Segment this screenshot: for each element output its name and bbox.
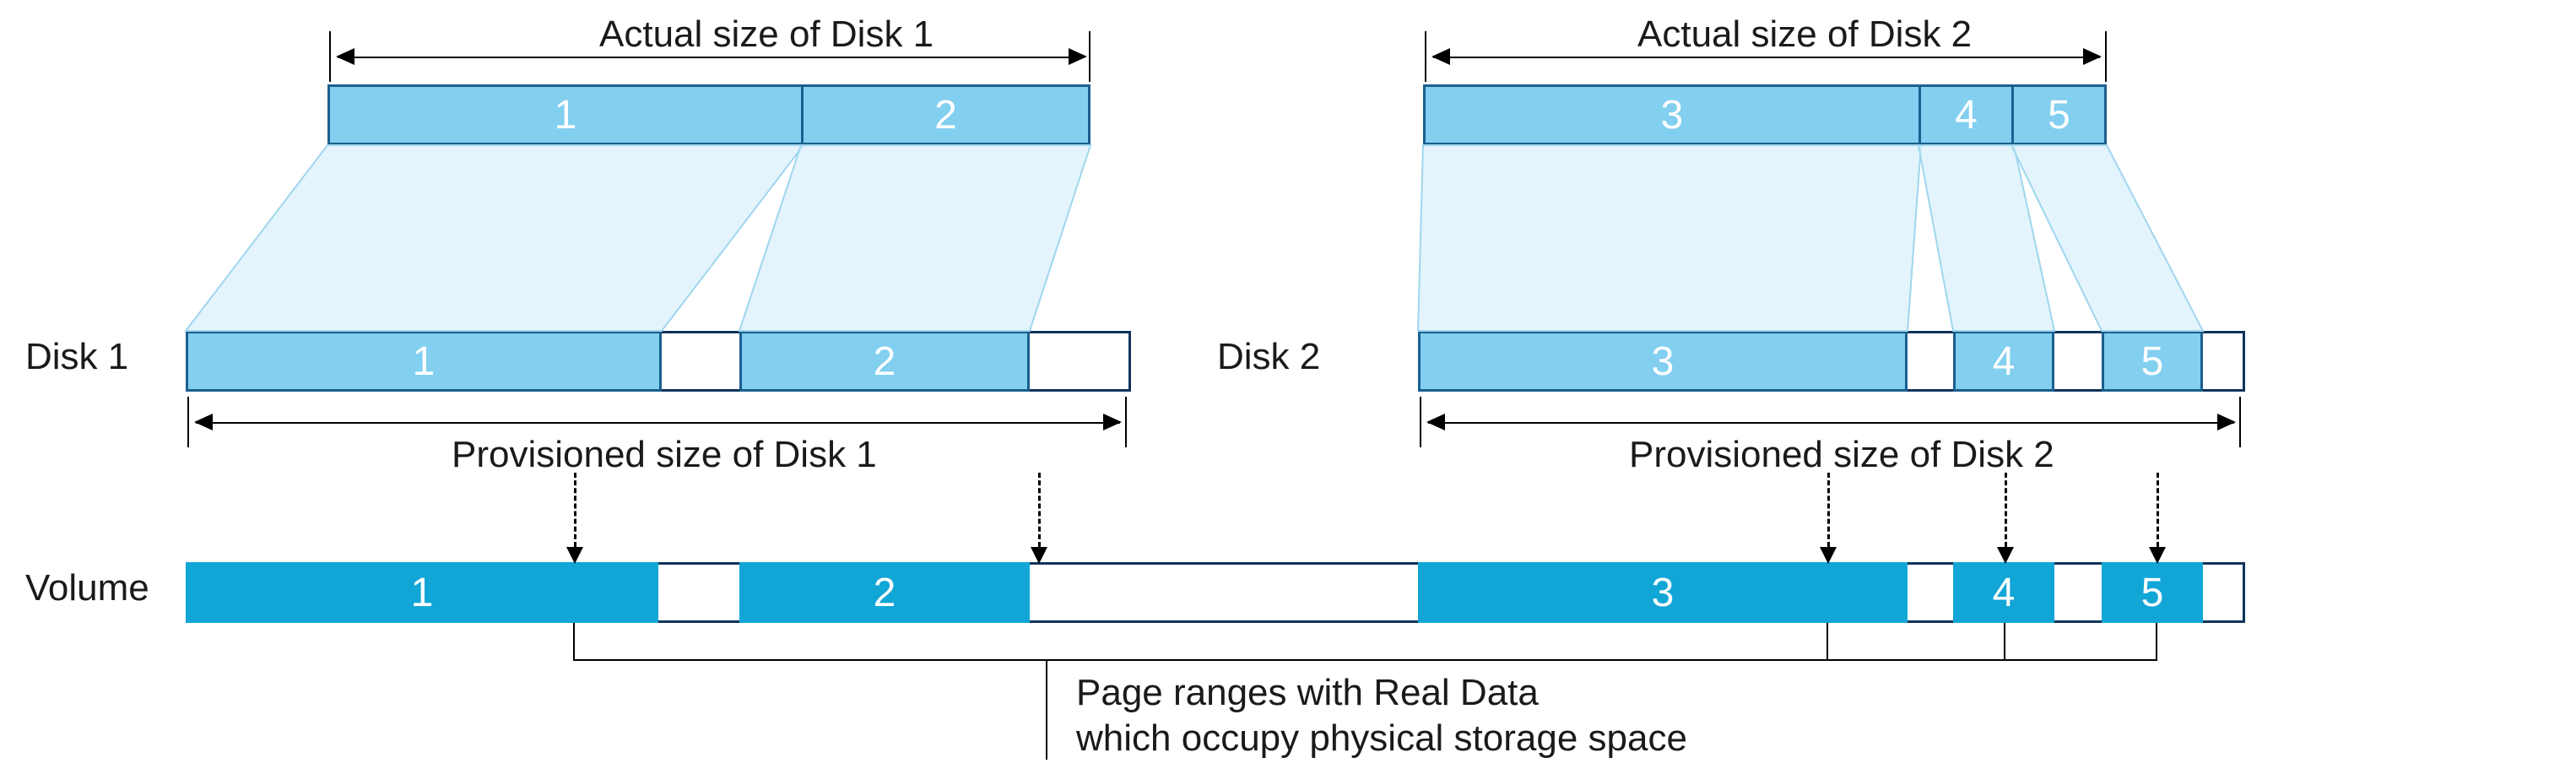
- arrow-right-icon: [1103, 414, 1122, 430]
- arrow-down-icon: [566, 547, 583, 564]
- dim-tick: [2105, 31, 2107, 82]
- arrow-left-icon: [1426, 414, 1445, 430]
- map-arrow-1: [574, 473, 576, 547]
- seg-label: 3: [1652, 338, 1675, 385]
- vol-seg-1: 1: [186, 562, 658, 623]
- actual-seg-2: 2: [801, 84, 1090, 145]
- seg-label: 3: [1652, 570, 1675, 616]
- arrow-left-icon: [194, 414, 213, 430]
- seg-label: 2: [934, 92, 957, 138]
- seg-label: 5: [2141, 338, 2164, 385]
- seg-label: 5: [2141, 570, 2164, 616]
- row-label-volume: Volume: [25, 567, 149, 609]
- row-label-disk2: Disk 2: [1217, 336, 1320, 378]
- dim-tick: [1125, 397, 1127, 447]
- seg-label: 5: [2048, 92, 2070, 138]
- caption-line-2: which occupy physical storage space: [1076, 717, 1687, 760]
- prov-seg-3: 3: [1418, 331, 1908, 392]
- caption-line-1: Page ranges with Real Data: [1076, 672, 1539, 714]
- prov-seg-1: 1: [186, 331, 662, 392]
- dim-line-actual-disk2: [1433, 57, 2100, 58]
- dim-tick: [1425, 31, 1426, 82]
- arrow-down-icon: [1820, 547, 1837, 564]
- seg-label: 3: [1661, 92, 1684, 138]
- map-arrow-4: [2005, 473, 2007, 547]
- dim-label-prov-disk2: Provisioned size of Disk 2: [1629, 434, 2054, 476]
- vol-seg-4: 4: [1953, 562, 2054, 623]
- dim-tick: [329, 31, 331, 82]
- dim-label-actual-disk1: Actual size of Disk 1: [599, 14, 934, 56]
- arrow-down-icon: [1997, 547, 2014, 564]
- vol-seg-3: 3: [1418, 562, 1908, 623]
- row-label-disk1: Disk 1: [25, 336, 128, 378]
- arrow-left-icon: [336, 48, 354, 65]
- map-arrow-5: [2157, 473, 2159, 547]
- prov-seg-4: 4: [1953, 331, 2054, 392]
- vol-seg-2: 2: [739, 562, 1030, 623]
- diagram-canvas: Actual size of Disk 1 1 2 Actual size of…: [0, 0, 2576, 774]
- map-arrow-2: [1038, 473, 1041, 547]
- arrow-right-icon: [1069, 48, 1087, 65]
- actual-seg-3: 3: [1423, 84, 1921, 145]
- prov-seg-2: 2: [739, 331, 1030, 392]
- dim-tick: [1420, 397, 1421, 447]
- seg-label: 1: [555, 92, 577, 138]
- dim-line-prov-disk2: [1428, 422, 2234, 424]
- actual-seg-5: 5: [2011, 84, 2107, 145]
- arrow-down-icon: [1031, 547, 1047, 564]
- seg-label: 1: [411, 570, 434, 616]
- seg-label: 2: [874, 338, 896, 385]
- dim-line-prov-disk1: [196, 422, 1120, 424]
- seg-label: 2: [874, 570, 896, 616]
- actual-seg-1: 1: [327, 84, 804, 145]
- dim-tick: [1089, 31, 1090, 82]
- seg-label: 4: [1955, 92, 1978, 138]
- seg-label: 4: [1993, 570, 2016, 616]
- arrow-left-icon: [1431, 48, 1450, 65]
- seg-label: 1: [413, 338, 436, 385]
- arrow-right-icon: [2083, 48, 2102, 65]
- actual-seg-4: 4: [1918, 84, 2014, 145]
- map-arrow-3: [1827, 473, 1830, 547]
- dim-line-actual-disk1: [338, 57, 1076, 58]
- dim-label-actual-disk2: Actual size of Disk 2: [1637, 14, 1972, 56]
- dim-label-prov-disk1: Provisioned size of Disk 1: [452, 434, 877, 476]
- dim-tick: [187, 397, 189, 447]
- arrow-down-icon: [2149, 547, 2166, 564]
- arrow-right-icon: [2217, 414, 2236, 430]
- seg-label: 4: [1993, 338, 2016, 385]
- prov-seg-5: 5: [2102, 331, 2203, 392]
- vol-seg-5: 5: [2102, 562, 2203, 623]
- dim-tick: [2239, 397, 2241, 447]
